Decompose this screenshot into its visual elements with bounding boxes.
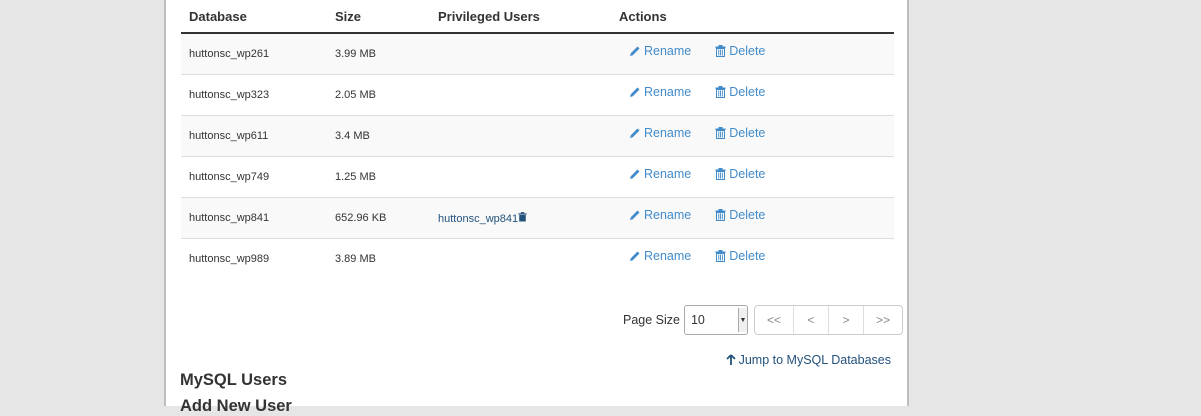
trash-icon (715, 209, 726, 221)
remove-user-trash-icon[interactable] (518, 211, 527, 225)
section-title-mysql-users: MySQL Users (180, 371, 287, 389)
trash-icon (715, 86, 726, 98)
pencil-icon (629, 209, 641, 221)
table-row: huttonsc_wp611 3.4 MB Rename Delete (181, 115, 894, 157)
rename-label: Rename (644, 167, 692, 181)
database-name: huttonsc_wp261 (181, 33, 327, 75)
page-size-label: Page Size (623, 313, 680, 327)
rename-button[interactable]: Rename (629, 126, 691, 140)
table-row: huttonsc_wp323 2.05 MB Rename Delete (181, 74, 894, 116)
rename-button[interactable]: Rename (629, 208, 691, 222)
database-size: 2.05 MB (327, 74, 430, 116)
database-size: 1.25 MB (327, 156, 430, 198)
jump-link-label: Jump to MySQL Databases (738, 353, 891, 367)
delete-button[interactable]: Delete (715, 85, 765, 99)
delete-button[interactable]: Delete (715, 44, 765, 58)
arrow-up-icon (725, 354, 736, 365)
delete-label: Delete (729, 85, 766, 99)
delete-label: Delete (729, 126, 766, 140)
privileged-users-cell (430, 115, 611, 157)
pencil-icon (629, 45, 641, 57)
pencil-icon (629, 250, 641, 262)
rename-button[interactable]: Rename (629, 167, 691, 181)
delete-label: Delete (729, 208, 766, 222)
delete-label: Delete (729, 167, 766, 181)
dropdown-arrow-icon[interactable]: ▼ (737, 308, 747, 332)
rename-label: Rename (644, 249, 692, 263)
trash-icon (715, 45, 726, 57)
table-row: huttonsc_wp261 3.99 MB Rename Delete (181, 33, 894, 75)
delete-button[interactable]: Delete (715, 126, 765, 140)
rename-button[interactable]: Rename (629, 249, 691, 263)
actions-cell: Rename Delete (611, 156, 894, 198)
database-size: 3.89 MB (327, 238, 430, 279)
delete-label: Delete (729, 249, 766, 263)
actions-cell: Rename Delete (611, 238, 894, 279)
delete-button[interactable]: Delete (715, 208, 765, 222)
privileged-users-cell (430, 74, 611, 116)
header-size[interactable]: Size (327, 0, 430, 34)
first-page-button[interactable]: << (755, 306, 793, 334)
database-name: huttonsc_wp841 (181, 197, 327, 239)
main-panel: Database Size Privileged Users Actions h… (164, 0, 909, 415)
next-page-button[interactable]: > (827, 306, 863, 334)
table-row: huttonsc_wp989 3.89 MB Rename Delete (181, 238, 894, 279)
delete-label: Delete (729, 44, 766, 58)
database-name: huttonsc_wp989 (181, 238, 327, 279)
trash-icon (715, 127, 726, 139)
prev-page-button[interactable]: < (792, 306, 828, 334)
table-row: huttonsc_wp749 1.25 MB Rename Delete (181, 156, 894, 198)
header-privileged-users: Privileged Users (430, 0, 611, 34)
rename-button[interactable]: Rename (629, 44, 691, 58)
databases-table: Database Size Privileged Users Actions h… (181, 0, 894, 279)
database-name: huttonsc_wp323 (181, 74, 327, 116)
trash-icon (715, 250, 726, 262)
database-size: 3.99 MB (327, 33, 430, 75)
page-nav-group: << < > >> (753, 305, 903, 335)
actions-cell: Rename Delete (611, 197, 894, 239)
privileged-users-cell: huttonsc_wp841 (430, 197, 611, 239)
trash-icon (715, 168, 726, 180)
pencil-icon (629, 168, 641, 180)
header-database[interactable]: Database (181, 0, 327, 34)
database-size: 652.96 KB (327, 197, 430, 239)
delete-button[interactable]: Delete (715, 167, 765, 181)
table-header-row: Database Size Privileged Users Actions (181, 0, 894, 34)
actions-cell: Rename Delete (611, 33, 894, 75)
page-size-value: 10 (690, 313, 705, 327)
pencil-icon (629, 86, 641, 98)
rename-button[interactable]: Rename (629, 85, 691, 99)
privileged-user-link[interactable]: huttonsc_wp841 (438, 213, 518, 225)
rename-label: Rename (644, 126, 692, 140)
privileged-users-cell (430, 238, 611, 279)
jump-to-databases-link[interactable]: Jump to MySQL Databases (725, 353, 891, 367)
page-size-select[interactable]: 10 ▼ (683, 305, 748, 335)
rename-label: Rename (644, 208, 692, 222)
table-row: huttonsc_wp841 652.96 KB huttonsc_wp841 Ren… (181, 197, 894, 239)
subsection-title-add-user: Add New User (180, 397, 292, 415)
header-actions: Actions (611, 0, 894, 34)
database-size: 3.4 MB (327, 115, 430, 157)
database-name: huttonsc_wp611 (181, 115, 327, 157)
pencil-icon (629, 127, 641, 139)
rename-label: Rename (644, 44, 692, 58)
database-name: huttonsc_wp749 (181, 156, 327, 198)
actions-cell: Rename Delete (611, 74, 894, 116)
privileged-users-cell (430, 156, 611, 198)
actions-cell: Rename Delete (611, 115, 894, 157)
rename-label: Rename (644, 85, 692, 99)
last-page-button[interactable]: >> (862, 306, 902, 334)
pagination-controls: Page Size 10 ▼ << < > >> (623, 304, 903, 336)
delete-button[interactable]: Delete (715, 249, 765, 263)
privileged-users-cell (430, 33, 611, 75)
